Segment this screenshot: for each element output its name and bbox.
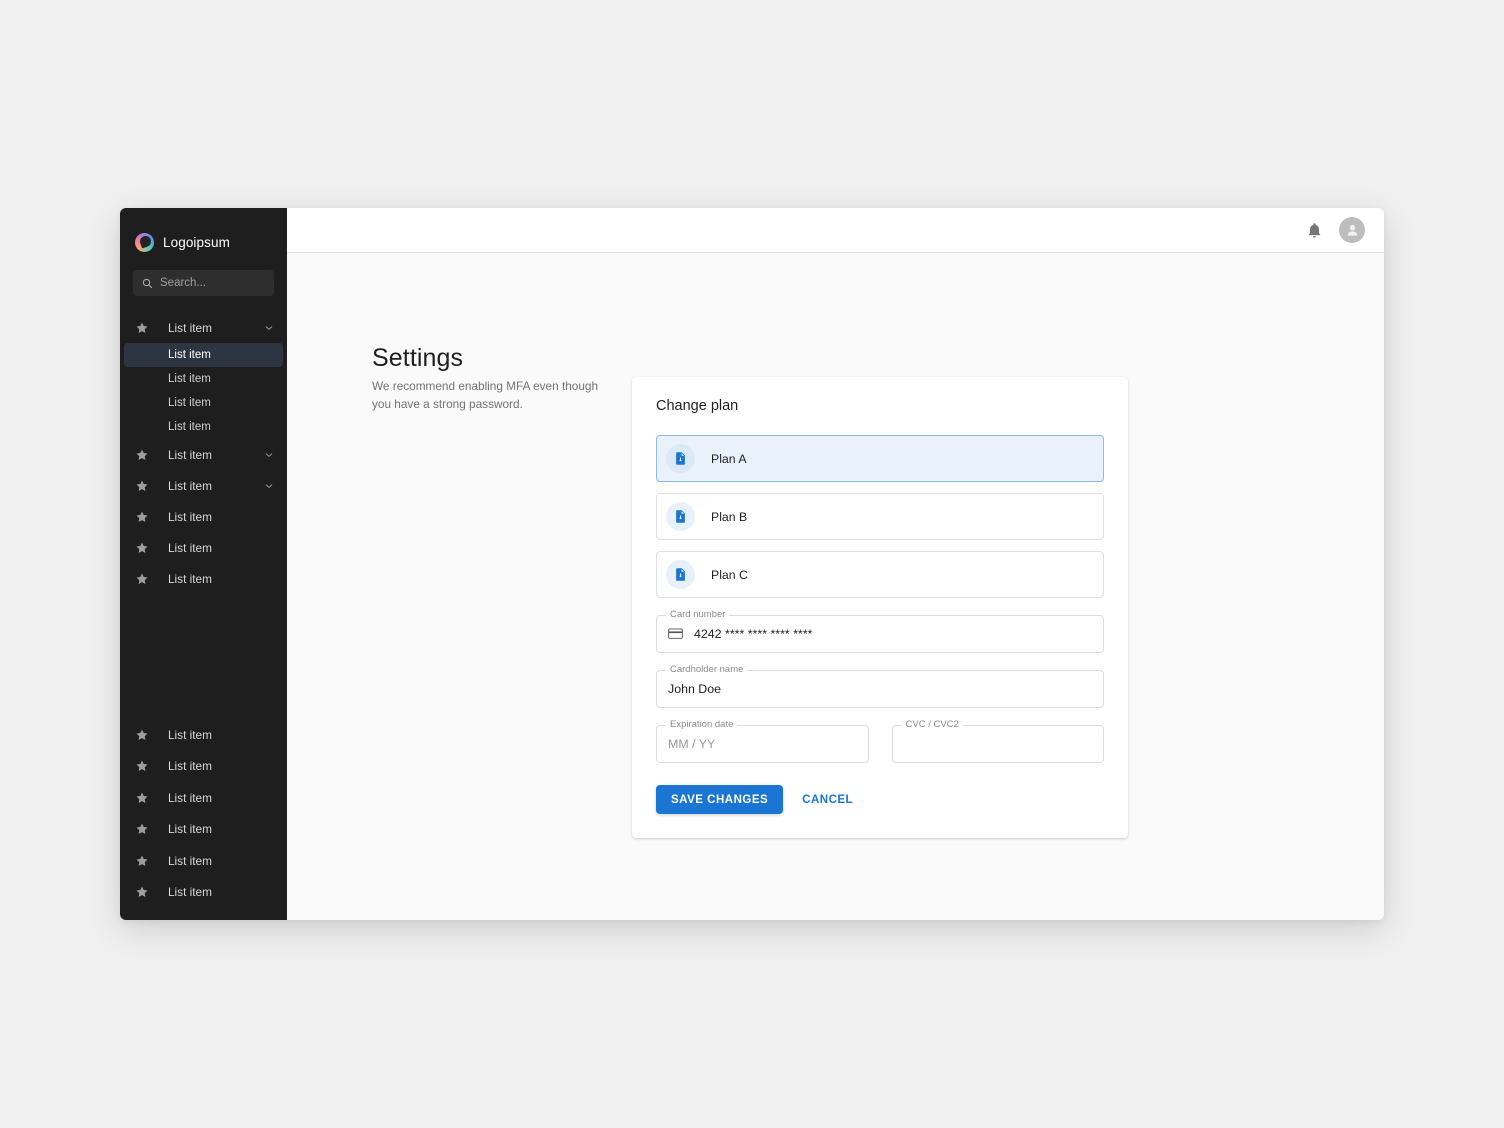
- sidebar-item-label: List item: [168, 822, 212, 837]
- star-icon: [136, 886, 148, 898]
- sidebar-item-label: List item: [168, 853, 212, 868]
- star-icon: [136, 792, 148, 803]
- page-subtitle: We recommend enabling MFA even though yo…: [372, 379, 599, 412]
- plan-label: Plan A: [711, 451, 747, 466]
- main-pane: Settings We recommend enabling MFA even …: [287, 208, 1384, 920]
- sidebar-item-label: List item: [168, 885, 212, 900]
- sidebar-item-label: List item: [168, 540, 212, 555]
- sidebar-item-group-2[interactable]: List item: [120, 470, 287, 501]
- sidebar-subitem-0-2[interactable]: List item: [120, 391, 287, 415]
- change-plan-card: Change plan Plan A Plan B Plan C Card nu…: [632, 377, 1128, 838]
- save-changes-button[interactable]: SAVE CHANGES: [656, 785, 784, 814]
- card-number-label: Card number: [666, 609, 730, 619]
- sidebar-item-group-4[interactable]: List item: [120, 532, 287, 563]
- card-title: Change plan: [656, 398, 739, 414]
- bell-icon[interactable]: [1306, 222, 1323, 239]
- sidebar-subitem-0-3[interactable]: List item: [120, 415, 287, 439]
- sidebar-bottom-item-5[interactable]: List item: [120, 877, 287, 909]
- credit-card-icon: [668, 628, 683, 640]
- search-placeholder: Search...: [160, 277, 207, 289]
- sidebar-item-label: List item: [168, 571, 212, 586]
- plan-label: Plan C: [711, 567, 748, 582]
- search-input[interactable]: Search...: [133, 270, 274, 296]
- plan-option-c[interactable]: Plan C: [656, 551, 1104, 598]
- sidebar-item-label: List item: [168, 727, 212, 742]
- sidebar-item-label: List item: [168, 478, 212, 493]
- star-icon: [136, 760, 148, 772]
- star-icon: [136, 855, 148, 866]
- star-icon: [136, 480, 148, 491]
- card-number-value: 4242 **** **** **** ****: [694, 627, 813, 641]
- sidebar-subitem-label: List item: [168, 349, 211, 361]
- person-glyph-icon: [1347, 224, 1357, 236]
- expiry-cvc-row: Expiration date MM / YY CVC / CVC2: [656, 708, 1104, 763]
- sidebar-bottom-item-1[interactable]: List item: [120, 751, 287, 783]
- sidebar-subitem-label: List item: [168, 397, 211, 409]
- sidebar-item-group-0[interactable]: List item: [120, 312, 287, 343]
- page-title: Settings: [372, 344, 464, 372]
- star-icon: [136, 511, 148, 522]
- sidebar-item-group-5[interactable]: List item: [120, 563, 287, 594]
- sidebar-bottom-item-3[interactable]: List item: [120, 814, 287, 846]
- app-window: Logoipsum Search... List item List item …: [120, 208, 1384, 920]
- chevron-down-icon[interactable]: [264, 323, 274, 333]
- topbar: [287, 208, 1384, 253]
- document-download-icon: [666, 560, 695, 589]
- sidebar-bottom-item-0[interactable]: List item: [120, 719, 287, 751]
- sidebar-item-label: List item: [168, 790, 212, 805]
- brand-name: Logoipsum: [163, 234, 230, 250]
- swirl-logo-icon: [135, 232, 154, 252]
- chevron-down-icon[interactable]: [264, 481, 274, 491]
- star-icon: [136, 823, 148, 835]
- cardholder-name-field[interactable]: Cardholder name John Doe: [656, 664, 1104, 708]
- sidebar-item-label: List item: [168, 509, 212, 524]
- sidebar-item-label: List item: [168, 759, 212, 774]
- expiration-date-value: MM / YY: [668, 737, 716, 751]
- plan-option-a[interactable]: Plan A: [656, 435, 1104, 482]
- sidebar-item-group-3[interactable]: List item: [120, 501, 287, 532]
- user-avatar-icon[interactable]: [1339, 217, 1365, 243]
- cardholder-name-label: Cardholder name: [666, 664, 748, 674]
- star-icon: [136, 729, 148, 740]
- sidebar-nav: List item List item List item List item …: [120, 312, 287, 594]
- search-icon: [142, 278, 153, 288]
- sidebar-item-label: List item: [168, 447, 212, 462]
- sidebar-subitem-0-1[interactable]: List item: [120, 367, 287, 391]
- document-download-icon: [666, 444, 695, 473]
- brand[interactable]: Logoipsum: [120, 222, 287, 256]
- sidebar-bottom-nav: List item List item List item List item: [120, 719, 287, 920]
- star-icon: [136, 449, 148, 460]
- sidebar-item-label: List item: [168, 320, 212, 335]
- cvc-field[interactable]: CVC / CVC2: [891, 719, 1104, 763]
- cvc-label: CVC / CVC2: [901, 719, 963, 729]
- star-icon: [136, 573, 148, 584]
- sidebar-subitem-0-0[interactable]: List item: [124, 343, 283, 367]
- cardholder-name-value: John Doe: [668, 682, 722, 696]
- card-actions: SAVE CHANGES CANCEL: [656, 785, 1104, 814]
- sidebar-item-group-1[interactable]: List item: [120, 439, 287, 470]
- card-number-field[interactable]: Card number 4242 **** **** **** ****: [656, 609, 1104, 653]
- plan-label: Plan B: [711, 509, 748, 524]
- cancel-button[interactable]: CANCEL: [794, 785, 861, 814]
- star-icon: [136, 322, 148, 333]
- sidebar-subitem-label: List item: [168, 373, 211, 385]
- sidebar: Logoipsum Search... List item List item …: [120, 208, 287, 920]
- content-area: Settings We recommend enabling MFA even …: [287, 253, 1384, 920]
- sidebar-bottom-item-2[interactable]: List item: [120, 782, 287, 814]
- sidebar-bottom-item-4[interactable]: List item: [120, 845, 287, 877]
- document-download-icon: [666, 502, 695, 531]
- expiration-date-label: Expiration date: [666, 719, 738, 729]
- expiration-date-field[interactable]: Expiration date MM / YY: [656, 719, 869, 763]
- plan-option-b[interactable]: Plan B: [656, 493, 1104, 540]
- star-icon: [136, 542, 148, 553]
- chevron-down-icon[interactable]: [264, 450, 274, 460]
- sidebar-subitem-label: List item: [168, 421, 211, 433]
